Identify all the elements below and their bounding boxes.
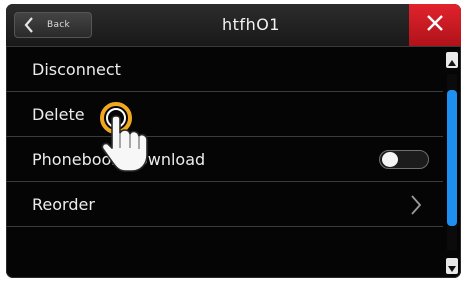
page-title: htfhO1	[222, 15, 280, 34]
back-button[interactable]: Back	[14, 12, 92, 38]
back-label: Back	[47, 20, 71, 30]
triangle-up-icon	[448, 51, 456, 70]
chevron-left-icon	[21, 17, 37, 33]
menu-item-disconnect[interactable]: Disconnect	[6, 47, 443, 92]
menu-item-label: Reorder	[32, 195, 95, 214]
scroll-thumb[interactable]	[447, 90, 457, 226]
menu-item-label: Disconnect	[32, 60, 121, 79]
scrollbar[interactable]	[446, 52, 458, 274]
menu-item-reorder[interactable]: Reorder	[6, 182, 443, 227]
screen-frame: Back htfhO1 Disconnect Delete Phonebook …	[6, 4, 461, 278]
menu-item-phonebook-download[interactable]: Phonebook Download	[6, 137, 443, 182]
menu-item-label: Delete	[32, 105, 85, 124]
menu-item-delete[interactable]: Delete	[6, 92, 443, 137]
chevron-right-icon	[411, 195, 422, 219]
triangle-down-icon	[448, 257, 456, 276]
close-icon	[426, 14, 444, 36]
hand-pointer-icon	[96, 101, 156, 191]
header-bar: Back htfhO1	[6, 4, 461, 47]
scroll-up-button[interactable]	[446, 52, 458, 68]
phonebook-download-toggle[interactable]	[379, 150, 429, 169]
close-button[interactable]	[409, 4, 461, 46]
scroll-down-button[interactable]	[446, 258, 458, 274]
toggle-knob	[382, 152, 398, 167]
